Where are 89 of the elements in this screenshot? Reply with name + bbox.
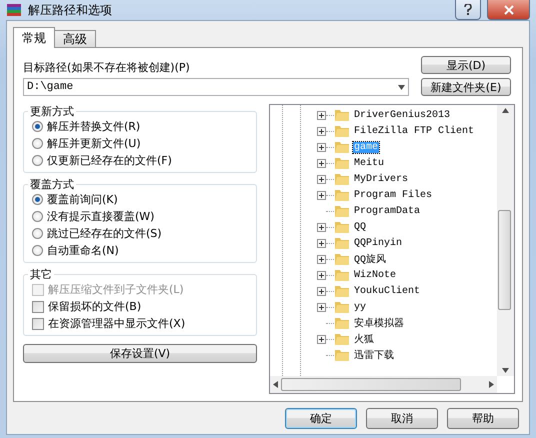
show-button[interactable]: 显示(D) [421, 56, 511, 74]
radio-button[interactable] [32, 194, 43, 205]
window-title: 解压路径和选项 [28, 2, 113, 18]
radio-label: 解压并更新文件(U) [47, 136, 141, 151]
radio-button[interactable] [32, 228, 43, 239]
help-button[interactable] [455, 0, 481, 20]
folder-item[interactable]: ProgramData [353, 206, 422, 216]
radio-label: 没有提示直接覆盖(W) [47, 209, 154, 224]
expand-icon[interactable] [317, 286, 326, 296]
path-label: 目标路径(如果不存在将被创建)(P) [23, 60, 191, 75]
expand-icon[interactable] [317, 142, 326, 152]
folder-icon [334, 204, 350, 218]
radio-button[interactable] [32, 211, 43, 222]
scroll-up-icon[interactable] [502, 108, 509, 113]
folder-icon [334, 156, 350, 170]
folder-icon [334, 140, 350, 154]
folder-item[interactable]: 安卓模拟器 [353, 316, 405, 330]
scroll-left-icon[interactable] [273, 381, 278, 388]
folder-item[interactable]: yy [353, 302, 368, 312]
folder-icon [334, 108, 350, 122]
folder-icon [334, 252, 350, 266]
radio-label: 自动重命名(N) [47, 243, 119, 258]
expand-icon[interactable] [317, 190, 326, 200]
folder-icon [334, 316, 350, 330]
group-title: 其它 [29, 267, 53, 282]
tab[interactable]: 常规 [13, 27, 55, 48]
dropdown-arrow-icon[interactable] [398, 84, 405, 90]
ok-button[interactable]: 确定 [285, 408, 357, 428]
expand-icon[interactable] [317, 270, 326, 280]
expand-icon[interactable] [317, 334, 326, 344]
folder-icon [334, 332, 350, 346]
folder-icon [334, 188, 350, 202]
app-icon [6, 2, 22, 18]
save-settings-button[interactable]: 保存设置(V) [23, 344, 257, 363]
folder-icon [334, 172, 350, 186]
expand-icon[interactable] [317, 254, 326, 264]
group-title: 覆盖方式 [29, 177, 75, 192]
folder-item[interactable]: YoukuClient [353, 286, 422, 296]
folder-icon [334, 236, 350, 250]
folder-item[interactable]: WizNote [353, 270, 398, 280]
folder-icon [334, 348, 350, 362]
vertical-scrollbar[interactable] [497, 105, 514, 376]
radio-button[interactable] [32, 155, 43, 166]
radio-button[interactable] [32, 138, 43, 149]
radio-label: 覆盖前询问(K) [47, 192, 118, 207]
folder-icon [334, 124, 350, 138]
folder-icon [334, 300, 350, 314]
expand-icon[interactable] [317, 238, 326, 248]
folder-item[interactable]: QQ旋风 [353, 252, 388, 266]
new-folder-button[interactable]: 新建文件夹(E) [421, 78, 511, 96]
checkbox[interactable] [32, 318, 44, 330]
question-mark-icon [464, 4, 472, 15]
cancel-button[interactable]: 取消 [366, 408, 438, 428]
checkbox-label: 在资源管理器中显示文件(X) [48, 316, 186, 331]
close-icon [504, 4, 514, 14]
radio-label: 解压并替换文件(R) [47, 119, 140, 134]
radio-button[interactable] [32, 121, 43, 132]
folder-item[interactable]: QQPinyin [353, 238, 404, 248]
folder-item[interactable]: Program Files [353, 190, 434, 200]
close-button[interactable] [487, 0, 530, 20]
folder-icon [334, 220, 350, 234]
radio-button[interactable] [32, 245, 43, 256]
expand-icon[interactable] [317, 126, 326, 136]
path-combo-box[interactable]: D:\game [23, 78, 409, 96]
checkbox-label: 解压压缩文件到子文件夹(L) [48, 282, 184, 297]
scroll-right-icon[interactable] [489, 381, 494, 388]
folder-icon [334, 268, 350, 282]
folder-item[interactable]: DriverGenius2013 [353, 110, 452, 120]
folder-item[interactable]: MyDrivers [353, 174, 410, 184]
expand-icon[interactable] [317, 110, 326, 120]
tab[interactable]: 高级 [54, 30, 96, 48]
expand-icon[interactable] [317, 222, 326, 232]
expand-icon[interactable] [317, 158, 326, 168]
folder-item[interactable]: 火狐 [353, 332, 375, 346]
folder-item[interactable]: FileZilla FTP Client [353, 126, 476, 136]
horizontal-scrollbar[interactable] [270, 376, 497, 393]
scroll-down-icon[interactable] [502, 368, 509, 373]
folder-item[interactable]: 迅雷下载 [353, 348, 395, 362]
checkbox[interactable] [32, 300, 44, 312]
group-title: 更新方式 [29, 104, 75, 119]
expand-icon[interactable] [317, 302, 326, 312]
radio-label: 跳过已经存在的文件(S) [47, 226, 162, 241]
expand-icon[interactable] [317, 174, 326, 184]
help-button[interactable]: 帮助 [447, 408, 519, 428]
radio-label: 仅更新已经存在的文件(F) [47, 153, 172, 168]
folder-icon [334, 284, 350, 298]
checkbox-label: 保留损坏的文件(B) [48, 299, 142, 314]
folder-item[interactable]: QQ [353, 222, 368, 232]
folder-item[interactable]: Meitu [353, 158, 386, 168]
